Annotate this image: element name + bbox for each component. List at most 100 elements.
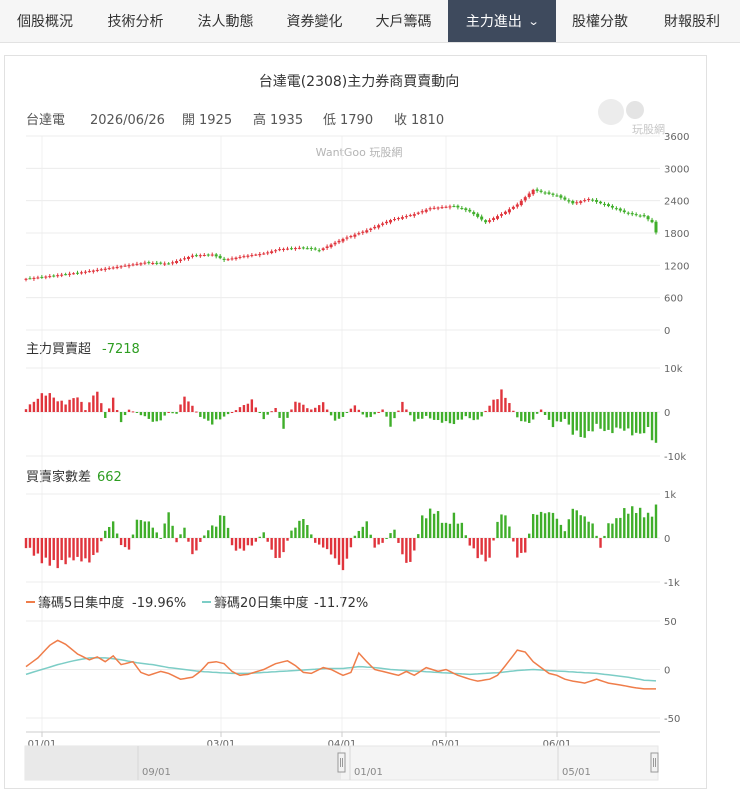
candle-body: [254, 254, 258, 256]
dealer-bar: [207, 530, 210, 538]
candle-body: [297, 247, 301, 249]
candle-body: [147, 262, 151, 264]
dealer-bar: [591, 523, 594, 538]
candle-body: [44, 276, 48, 278]
dealer-bar: [567, 519, 571, 538]
logo-badge-icon: [626, 101, 644, 119]
dealer-bar: [417, 534, 420, 538]
dealer-bar: [325, 538, 329, 550]
candle-body: [266, 252, 270, 254]
dealer-bar: [444, 522, 448, 538]
net-bar: [484, 410, 487, 412]
tab-large-holders[interactable]: 大戶籌碼: [359, 0, 448, 42]
navigator-left-handle[interactable]: [337, 752, 346, 773]
dealer-bar: [559, 524, 563, 538]
net-bar: [218, 412, 222, 420]
candle-body: [575, 202, 579, 204]
tab-label: 資券變化: [286, 14, 343, 30]
dealer-bar: [226, 527, 230, 538]
candle-body: [396, 218, 400, 220]
net-bar: [302, 404, 305, 412]
dealer-bar: [456, 523, 460, 538]
watermark: WantGoo 玩股網: [316, 145, 403, 159]
candle-body: [115, 266, 119, 269]
tab-stock-overview[interactable]: 個股概況: [0, 0, 90, 42]
dealer-bar: [524, 538, 527, 553]
navigator-label: 05/01: [562, 767, 591, 778]
candle-body: [507, 209, 511, 213]
net-bar: [108, 408, 111, 412]
net-bar: [543, 412, 547, 416]
range-navigator[interactable]: 09/01 01/01 05/01: [24, 745, 659, 781]
dealer-bar: [480, 538, 483, 555]
legend-20d-label: 籌碼20日集中度: [214, 595, 309, 611]
chart-marks: [24, 187, 658, 690]
tab-shareholding[interactable]: 股權分散: [556, 0, 644, 42]
net-bar: [226, 412, 230, 415]
net-bar: [270, 411, 273, 413]
candle-body: [523, 197, 527, 201]
net-bar: [36, 398, 40, 412]
candle-body: [321, 248, 325, 250]
net-bar: [191, 405, 194, 412]
candle-body: [218, 255, 222, 259]
dealer-bar: [440, 522, 444, 538]
net-bar: [211, 412, 214, 425]
price-axis-tick: 3600: [664, 132, 689, 143]
tab-financials-dividends[interactable]: 財報股利: [644, 0, 740, 42]
net-bar: [559, 412, 563, 422]
tab-major-broker-flow[interactable]: 主力進出 ⌄: [448, 0, 556, 42]
dealer-bar: [151, 527, 154, 538]
candle-body: [626, 212, 630, 214]
dealer-bar: [476, 538, 479, 559]
tab-technical-analysis[interactable]: 技術分析: [90, 0, 181, 42]
net-bar: [567, 412, 571, 425]
net-bar: [638, 412, 642, 434]
net-bar: [389, 412, 392, 427]
dealer-bar: [60, 538, 63, 561]
dealer-bar: [389, 533, 392, 538]
dealer-bar: [36, 538, 40, 554]
net-bar: [650, 412, 654, 441]
candle-body: [559, 195, 563, 198]
net-bar: [207, 412, 210, 421]
dealer-bar: [183, 527, 186, 538]
dealer-bar: [634, 512, 638, 538]
net-bar: [100, 403, 103, 412]
candle-body: [278, 249, 282, 251]
price-axis-tick: 0: [664, 326, 670, 337]
candle-body: [325, 246, 329, 248]
legend: 籌碼5日集中度 -19.96% 籌碼20日集中度 -11.72%: [26, 595, 368, 611]
candle-body: [309, 247, 313, 249]
net-bar: [432, 412, 436, 420]
dealer-bar: [314, 538, 317, 543]
dealer-bar: [642, 517, 646, 538]
dealer-bar: [646, 512, 650, 538]
net-axis-tick: 0: [664, 408, 670, 419]
candle-body: [618, 208, 622, 211]
candle-body: [579, 201, 583, 203]
net-bar: [381, 409, 384, 412]
net-bar: [167, 412, 170, 413]
candle-body: [567, 200, 571, 202]
candle-body: [36, 277, 40, 279]
candle-body: [64, 274, 68, 276]
candle-body: [52, 275, 56, 277]
wantgoo-logo: 玩股網: [598, 99, 665, 136]
candle-body: [194, 255, 198, 257]
dealer-bar: [508, 526, 511, 538]
net-bar: [448, 412, 452, 424]
net-bar: [151, 412, 154, 422]
candle-body: [599, 201, 603, 204]
net-bar: [472, 412, 475, 421]
candle-body: [488, 220, 492, 222]
candle-body: [353, 234, 357, 237]
tab-margin-trading[interactable]: 資券變化: [270, 0, 359, 42]
dealer-bar: [528, 533, 531, 538]
net-bar: [238, 407, 242, 412]
candle-body: [139, 263, 143, 265]
navigator-right-handle[interactable]: [650, 752, 659, 773]
tab-institutional[interactable]: 法人動態: [181, 0, 270, 42]
dealer-bar: [119, 538, 123, 546]
net-bar: [492, 399, 495, 412]
